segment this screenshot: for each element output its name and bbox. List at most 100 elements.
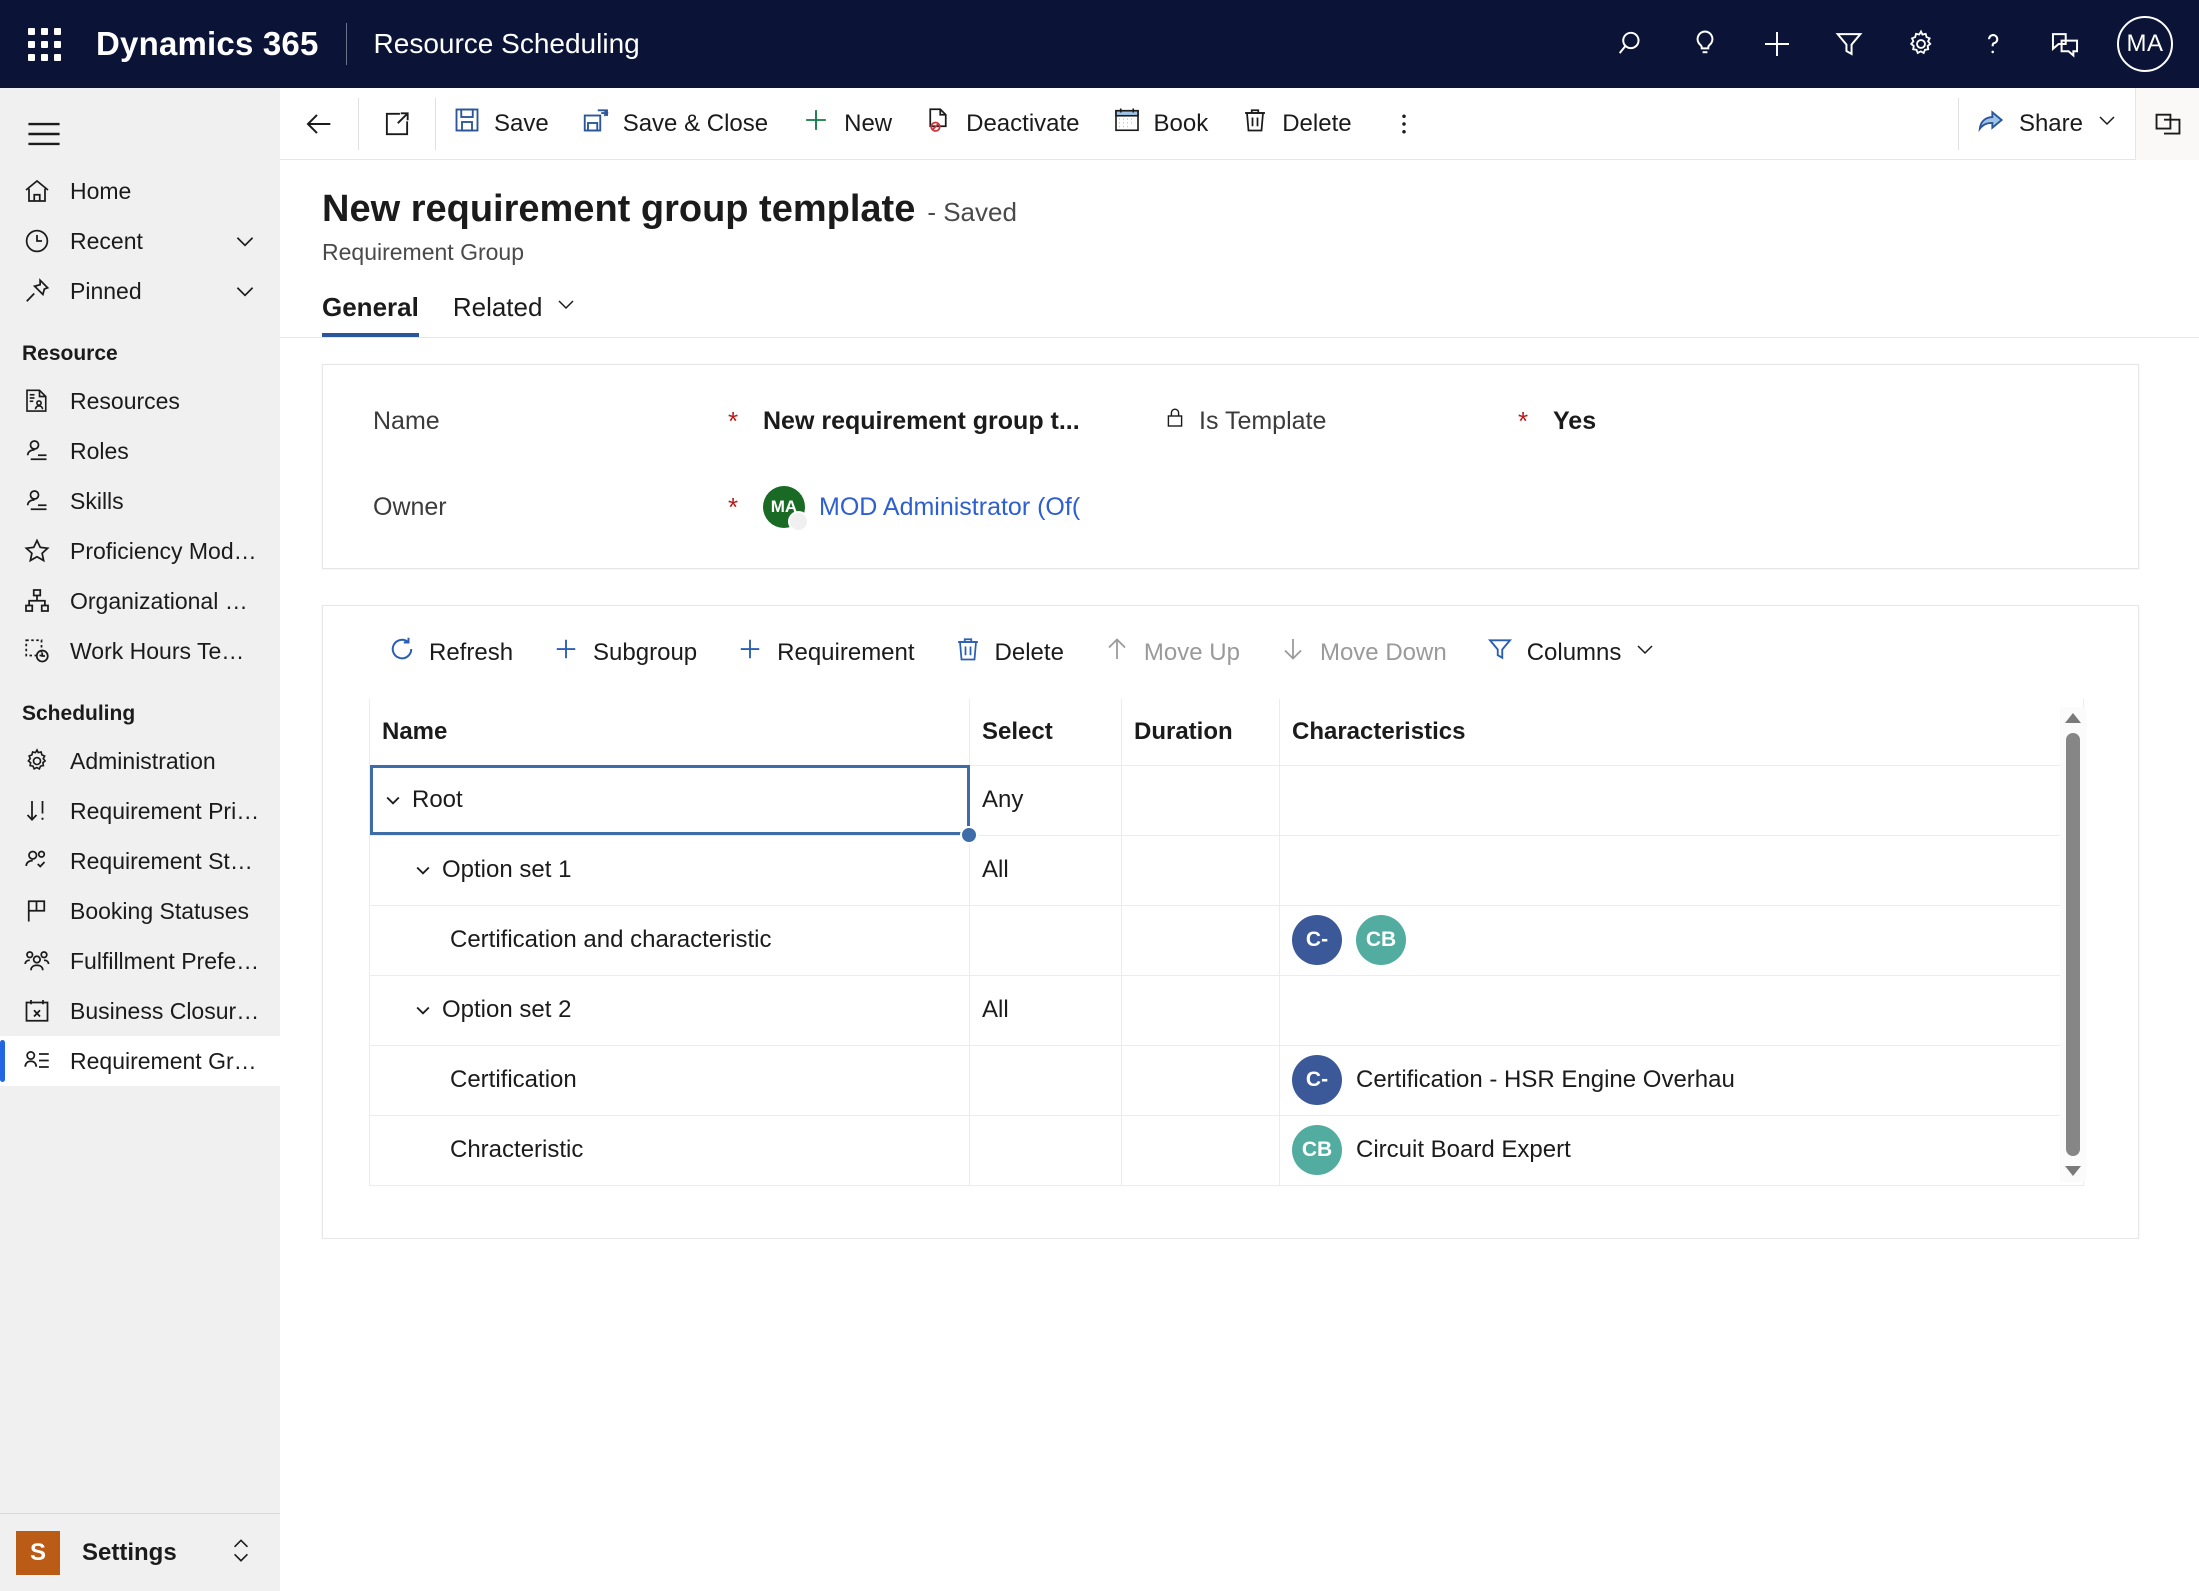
chevron-down-icon[interactable] <box>554 292 578 323</box>
book-button[interactable]: Book <box>1096 88 1225 160</box>
plus-icon[interactable] <box>1743 10 1811 78</box>
chevron-down-icon[interactable] <box>382 790 404 810</box>
save-and-close-button[interactable]: Save & Close <box>565 88 784 160</box>
row-characteristics-cell[interactable]: C- CB <box>1279 904 2084 976</box>
deactivate-button[interactable]: Deactivate <box>908 88 1095 160</box>
more-vertical-icon[interactable] <box>1368 88 1440 160</box>
selection-handle[interactable] <box>960 825 978 844</box>
scrollbar-thumb[interactable] <box>2066 733 2080 1156</box>
table-row[interactable]: Option set 1 All <box>369 834 2084 906</box>
row-name-cell[interactable]: Option set 1 <box>369 834 970 906</box>
search-icon[interactable] <box>1599 10 1667 78</box>
characteristic-chip[interactable]: CB <box>1356 915 1406 965</box>
row-select-cell[interactable] <box>969 1044 1122 1116</box>
row-name-cell[interactable]: Chracteristic <box>369 1114 970 1186</box>
row-duration-cell[interactable] <box>1121 1044 1280 1116</box>
row-duration-cell[interactable] <box>1121 834 1280 906</box>
sidebar-item-requirement-group-templates[interactable]: Requirement Group ... <box>0 1036 280 1086</box>
sidebar-item-business-closures[interactable]: Business Closures <box>0 986 280 1036</box>
filter-icon[interactable] <box>1815 10 1883 78</box>
row-characteristics-cell[interactable]: CB Circuit Board Expert <box>1279 1114 2084 1186</box>
columns-button[interactable]: Columns <box>1469 624 1674 681</box>
row-duration-cell[interactable] <box>1121 1114 1280 1186</box>
table-row[interactable]: Certification C- Certification - HSR Eng… <box>369 1044 2084 1116</box>
user-avatar[interactable]: MA <box>2117 16 2173 72</box>
share-button[interactable]: Share <box>1959 88 2135 160</box>
row-characteristics-cell[interactable] <box>1279 764 2084 836</box>
feedback-icon[interactable] <box>2031 10 2099 78</box>
row-name-cell[interactable]: Option set 2 <box>369 974 970 1046</box>
scrollbar-track[interactable] <box>2060 729 2086 1160</box>
sidebar-item-administration[interactable]: Administration <box>0 736 280 786</box>
grid-vertical-scrollbar[interactable] <box>2060 707 2086 1182</box>
chevron-down-icon[interactable] <box>2095 108 2119 139</box>
requirement-button[interactable]: Requirement <box>719 624 930 681</box>
sidebar-item-pinned[interactable]: Pinned <box>0 266 280 316</box>
is-template-field-value[interactable]: Yes <box>1553 407 2138 436</box>
sidebar-item-organizational-units[interactable]: Organizational Units <box>0 576 280 626</box>
row-select-cell[interactable] <box>969 904 1122 976</box>
sidebar-item-proficiency-models[interactable]: Proficiency Models <box>0 526 280 576</box>
column-header-characteristics[interactable]: Characteristics <box>1279 699 2084 766</box>
row-duration-cell[interactable] <box>1121 904 1280 976</box>
open-in-new-icon[interactable] <box>359 88 435 160</box>
sidebar-item-roles[interactable]: Roles <box>0 426 280 476</box>
sidebar-settings-area[interactable]: S Settings <box>0 1513 280 1591</box>
sidebar-item-recent[interactable]: Recent <box>0 216 280 266</box>
chevron-down-icon[interactable] <box>232 278 258 304</box>
expand-updown-icon[interactable] <box>228 1535 254 1570</box>
question-icon[interactable] <box>1959 10 2027 78</box>
chevron-down-icon[interactable] <box>412 860 434 880</box>
chevron-down-icon[interactable] <box>1633 637 1657 668</box>
column-header-select[interactable]: Select <box>969 699 1122 766</box>
column-header-duration[interactable]: Duration <box>1121 699 1280 766</box>
characteristic-chip[interactable]: C- <box>1292 1055 1342 1105</box>
new-button[interactable]: New <box>784 88 908 160</box>
sidebar-item-home[interactable]: Home <box>0 166 280 216</box>
table-row[interactable]: Option set 2 All <box>369 974 2084 1046</box>
app-name[interactable]: Resource Scheduling <box>374 28 640 60</box>
sidebar-item-resources[interactable]: Resources <box>0 376 280 426</box>
sidebar-item-booking-statuses[interactable]: Booking Statuses <box>0 886 280 936</box>
column-header-name[interactable]: Name <box>369 699 970 766</box>
row-select-cell[interactable]: Any <box>969 764 1122 836</box>
table-row[interactable]: Root Any <box>369 764 2084 844</box>
row-duration-cell[interactable] <box>1121 974 1280 1046</box>
grid-delete-button[interactable]: Delete <box>937 624 1080 681</box>
back-arrow-icon[interactable] <box>280 88 358 160</box>
row-characteristics-cell[interactable] <box>1279 834 2084 906</box>
chevron-down-icon[interactable] <box>232 228 258 254</box>
side-panel-icon[interactable] <box>2135 87 2199 160</box>
row-name-cell[interactable]: Root <box>369 764 978 844</box>
scroll-up-arrow[interactable] <box>2064 707 2082 729</box>
row-select-cell[interactable] <box>969 1114 1122 1186</box>
row-duration-cell[interactable] <box>1121 764 1280 836</box>
hamburger-menu-icon[interactable] <box>12 102 76 166</box>
row-select-cell[interactable]: All <box>969 834 1122 906</box>
owner-name-link[interactable]: MOD Administrator (Of( <box>819 493 1080 522</box>
tab-general[interactable]: General <box>322 292 419 337</box>
name-field-value[interactable]: New requirement group t... <box>763 407 1163 436</box>
tab-related[interactable]: Related <box>453 292 579 337</box>
app-launcher-icon[interactable] <box>18 18 70 70</box>
characteristic-chip[interactable]: CB <box>1292 1125 1342 1175</box>
row-name-cell[interactable]: Certification and characteristic <box>369 904 970 976</box>
refresh-button[interactable]: Refresh <box>371 624 529 681</box>
table-row[interactable]: Chracteristic CB Circuit Board Expert <box>369 1114 2084 1186</box>
row-name-cell[interactable]: Certification <box>369 1044 970 1116</box>
table-row[interactable]: Certification and characteristic C- CB <box>369 904 2084 976</box>
delete-button[interactable]: Delete <box>1224 88 1367 160</box>
lightbulb-icon[interactable] <box>1671 10 1739 78</box>
row-select-cell[interactable]: All <box>969 974 1122 1046</box>
save-button[interactable]: Save <box>436 88 565 160</box>
sidebar-item-requirement-priorities[interactable]: Requirement Priorities <box>0 786 280 836</box>
chevron-down-icon[interactable] <box>412 1000 434 1020</box>
characteristic-chip[interactable]: C- <box>1292 915 1342 965</box>
sidebar-item-skills[interactable]: Skills <box>0 476 280 526</box>
scroll-down-arrow[interactable] <box>2064 1160 2082 1182</box>
owner-field-value[interactable]: MA MOD Administrator (Of( <box>763 486 1163 532</box>
row-characteristics-cell[interactable]: C- Certification - HSR Engine Overhau <box>1279 1044 2084 1116</box>
sidebar-item-work-hours-templates[interactable]: Work Hours Templates <box>0 626 280 676</box>
subgroup-button[interactable]: Subgroup <box>535 624 713 681</box>
gear-icon[interactable] <box>1887 10 1955 78</box>
